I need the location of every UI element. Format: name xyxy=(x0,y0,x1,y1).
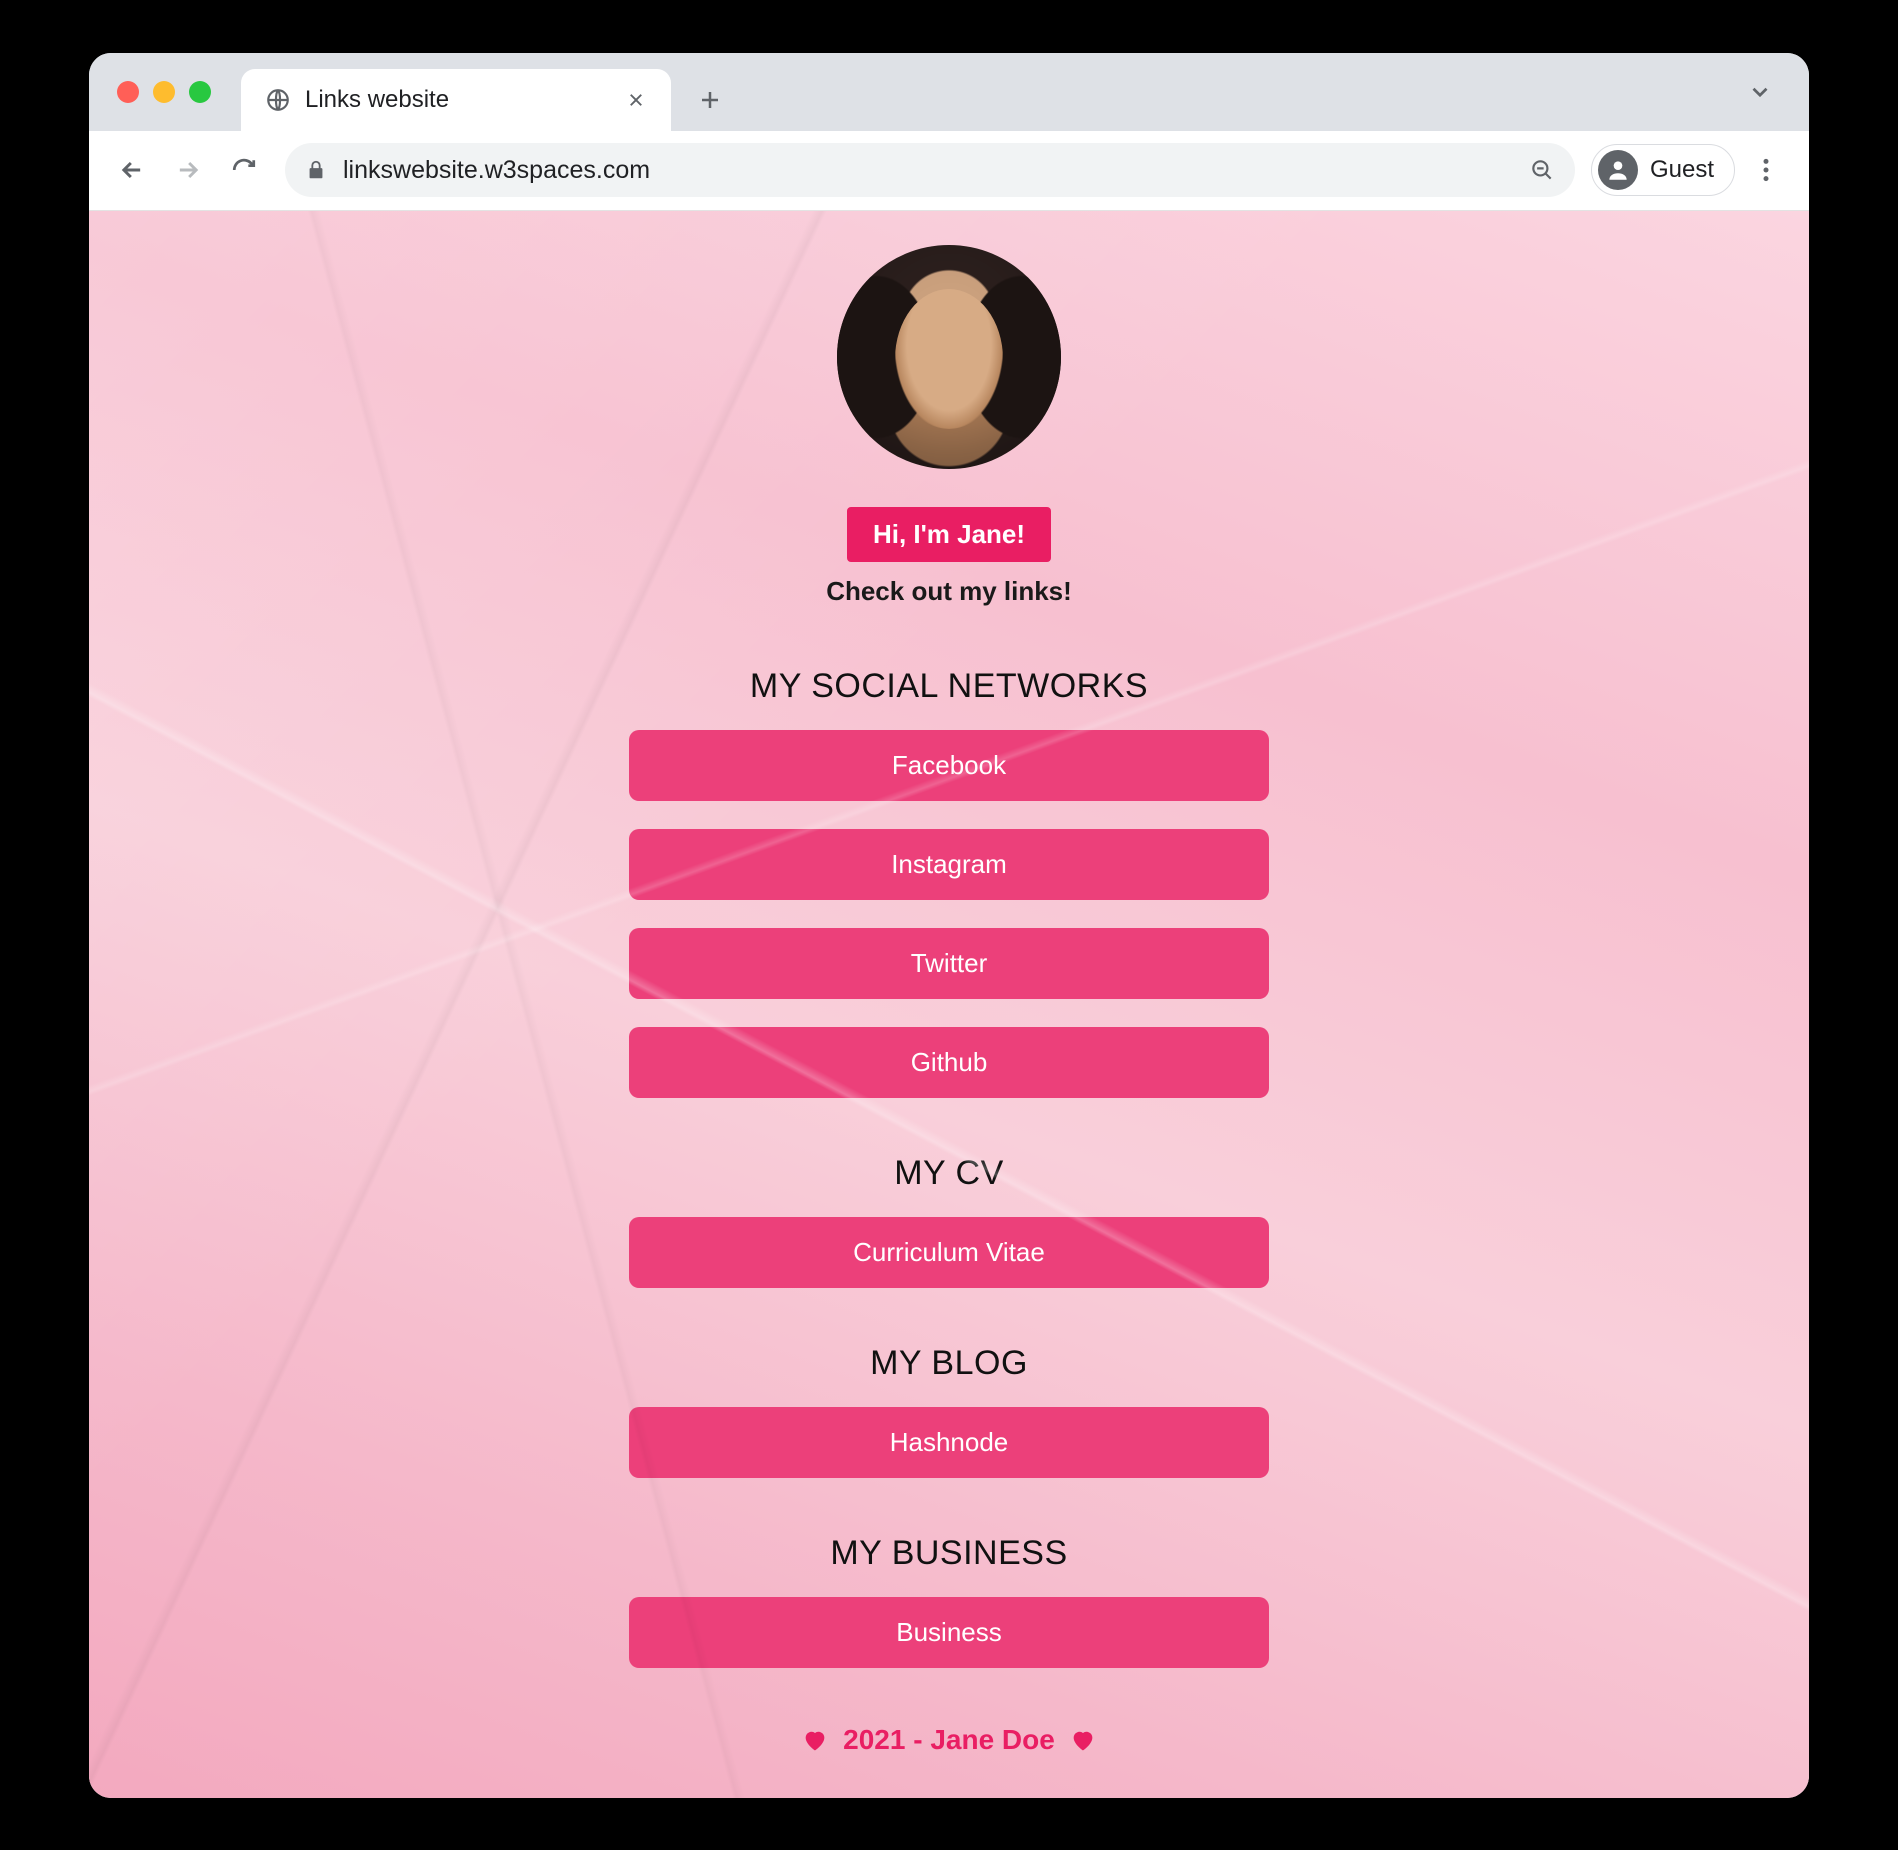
section-title: MY BLOG xyxy=(870,1344,1028,1383)
link-instagram[interactable]: Instagram xyxy=(629,829,1269,900)
address-bar[interactable]: linkswebsite.w3spaces.com xyxy=(285,143,1575,197)
reload-icon xyxy=(231,157,257,183)
heart-icon xyxy=(1069,1726,1097,1754)
lock-icon xyxy=(305,159,327,181)
greeting-badge: Hi, I'm Jane! xyxy=(847,507,1051,562)
close-icon xyxy=(627,91,645,109)
link-business[interactable]: Business xyxy=(629,1597,1269,1668)
window-controls xyxy=(105,53,241,131)
profile-button[interactable]: Guest xyxy=(1591,144,1735,196)
section-title: MY BUSINESS xyxy=(830,1534,1067,1573)
globe-icon xyxy=(265,87,291,113)
arrow-left-icon xyxy=(118,156,146,184)
link-hashnode[interactable]: Hashnode xyxy=(629,1407,1269,1478)
reload-button[interactable] xyxy=(219,145,269,195)
person-icon xyxy=(1605,157,1631,183)
link-twitter[interactable]: Twitter xyxy=(629,928,1269,999)
link-cv[interactable]: Curriculum Vitae xyxy=(629,1217,1269,1288)
section-title: MY CV xyxy=(894,1154,1004,1193)
profile-photo xyxy=(837,245,1061,469)
back-button[interactable] xyxy=(107,145,157,195)
heart-icon xyxy=(801,1726,829,1754)
subtitle-text: Check out my links! xyxy=(826,576,1072,607)
tab-strip: Links website xyxy=(89,53,1809,131)
zoom-icon[interactable] xyxy=(1529,157,1555,183)
tab-close-button[interactable] xyxy=(621,85,651,115)
section-title: MY SOCIAL NETWORKS xyxy=(750,667,1148,706)
section-blog: MY BLOG Hashnode xyxy=(629,1344,1269,1478)
window-minimize-button[interactable] xyxy=(153,81,175,103)
arrow-right-icon xyxy=(174,156,202,184)
avatar-icon xyxy=(1598,150,1638,190)
chevron-down-icon xyxy=(1747,79,1773,105)
tabs-dropdown-button[interactable] xyxy=(1747,79,1773,105)
section-business: MY BUSINESS Business xyxy=(629,1534,1269,1668)
window-maximize-button[interactable] xyxy=(189,81,211,103)
forward-button[interactable] xyxy=(163,145,213,195)
profile-label: Guest xyxy=(1650,156,1714,184)
new-tab-button[interactable] xyxy=(685,75,735,125)
page-footer: 2021 - Jane Doe xyxy=(801,1724,1097,1776)
window-close-button[interactable] xyxy=(117,81,139,103)
url-text: linkswebsite.w3spaces.com xyxy=(343,156,650,185)
section-social: MY SOCIAL NETWORKS Facebook Instagram Tw… xyxy=(629,667,1269,1098)
tab-title: Links website xyxy=(305,86,449,114)
menu-button[interactable] xyxy=(1741,145,1791,195)
browser-toolbar: linkswebsite.w3spaces.com Guest xyxy=(89,131,1809,211)
section-cv: MY CV Curriculum Vitae xyxy=(629,1154,1269,1288)
link-github[interactable]: Github xyxy=(629,1027,1269,1098)
link-facebook[interactable]: Facebook xyxy=(629,730,1269,801)
plus-icon xyxy=(698,88,722,112)
browser-window: Links website linkswebsite.w3spaces.com xyxy=(89,53,1809,1798)
browser-tab[interactable]: Links website xyxy=(241,69,671,131)
kebab-icon xyxy=(1762,157,1770,183)
footer-text: 2021 - Jane Doe xyxy=(843,1724,1055,1756)
page-content: Hi, I'm Jane! Check out my links! MY SOC… xyxy=(89,211,1809,1798)
